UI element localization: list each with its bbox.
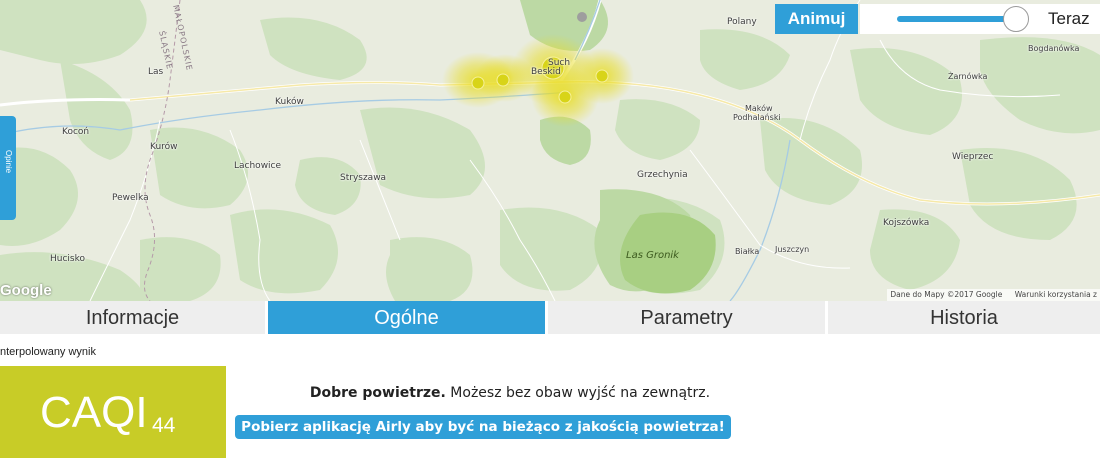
attribution-text: Dane do Mapy ©2017 Google	[890, 290, 1003, 299]
time-slider-handle[interactable]	[1003, 6, 1029, 32]
place-label: Białka	[735, 247, 760, 256]
place-label: Juszczyn	[775, 245, 810, 254]
time-slider-track[interactable]	[897, 16, 1017, 22]
place-label: Bogdanówka	[1028, 44, 1080, 53]
place-label: Stryszawa	[340, 173, 387, 183]
place-label: Las	[148, 67, 164, 77]
place-label: Żarnówka	[948, 72, 988, 81]
place-label: Kocoń	[62, 127, 90, 137]
place-label: Beskid	[531, 67, 561, 77]
tab-informacje[interactable]: Informacje	[0, 301, 265, 334]
place-label: Kojszówka	[883, 218, 930, 228]
place-label: Polany	[727, 17, 757, 27]
time-slider-panel: Teraz	[860, 4, 1100, 34]
air-quality-verdict: Dobre powietrze. Możesz bez obaw wyjść n…	[0, 385, 1020, 401]
feedback-side-tab[interactable]: Opinie	[0, 116, 16, 220]
map-attribution: Dane do Mapy ©2017 Google Warunki korzys…	[887, 289, 1100, 301]
park-label: Las Gronik	[626, 250, 679, 261]
interpolated-label: nterpolowany wynik	[0, 346, 96, 358]
place-label: Kurów	[150, 142, 178, 152]
sensor-marker[interactable]	[558, 90, 572, 104]
verdict-text: Możesz bez obaw wyjść na zewnątrz.	[445, 385, 711, 401]
sensor-marker[interactable]	[496, 73, 510, 87]
place-label: Pewelka	[112, 193, 149, 203]
app-download-banner[interactable]: Pobierz aplikację Airly aby być na bieżą…	[235, 415, 731, 439]
google-logo: Google	[0, 282, 52, 299]
caqi-badge: CAQI 44	[0, 366, 226, 458]
place-label: Wieprzec	[952, 152, 994, 162]
place-label: Lachowice	[234, 161, 282, 171]
time-slider-label: Teraz	[1048, 9, 1090, 28]
caqi-value: 44	[152, 414, 176, 437]
sensor-marker[interactable]	[595, 69, 609, 83]
feedback-side-tab-label: Opinie	[4, 150, 13, 174]
tab-parametry[interactable]: Parametry	[548, 301, 825, 334]
tab-bar: Informacje Ogólne Parametry Historia	[0, 301, 1100, 334]
terms-link[interactable]: Warunki korzystania z	[1015, 290, 1097, 299]
place-label: Grzechynia	[637, 170, 688, 180]
tab-historia[interactable]: Historia	[828, 301, 1100, 334]
map[interactable]: Polany Bogdanówka Żarnówka Las Kuków Mak…	[0, 0, 1100, 301]
place-label: Hucisko	[50, 254, 86, 264]
place-label: Podhalański	[733, 113, 781, 122]
animate-button[interactable]: Animuj	[775, 4, 858, 34]
place-label: Kuków	[275, 97, 304, 107]
verdict-headline: Dobre powietrze.	[309, 385, 446, 401]
tab-ogolne[interactable]: Ogólne	[268, 301, 545, 334]
sensor-marker[interactable]	[471, 76, 485, 90]
